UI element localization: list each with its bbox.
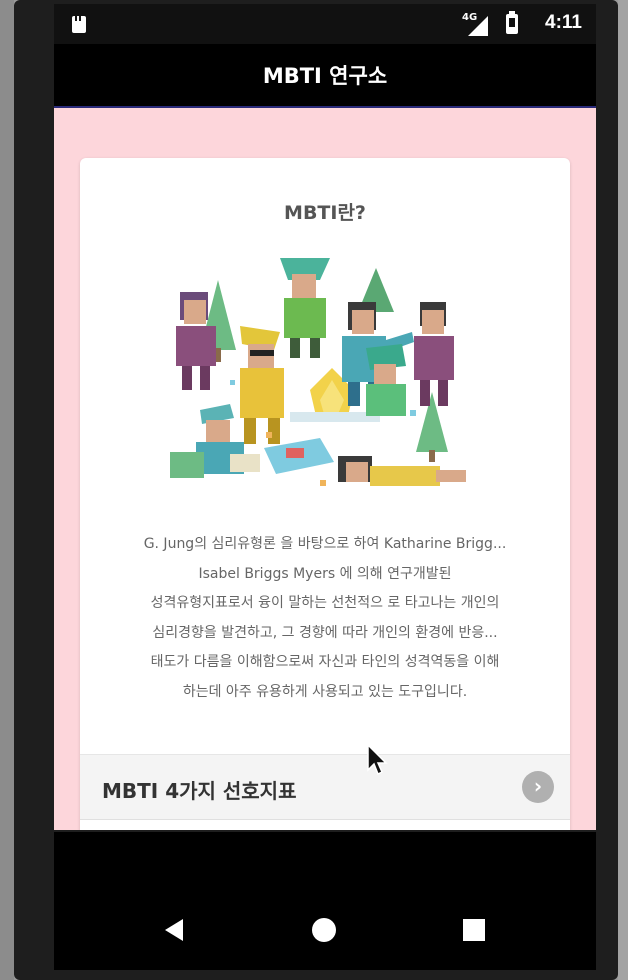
people-campfire-illustration xyxy=(170,258,466,486)
card-title: MBTI란? xyxy=(284,202,366,224)
app-title: MBTI 연구소 xyxy=(262,64,388,88)
signal-indicator: 4G xyxy=(462,12,490,36)
mbti-info-card: MBTI란? G. Jung의 심리유형론 을 바탕으로 하여 Katharin… xyxy=(80,158,570,830)
description-line: G. Jung의 심리유형론 을 바탕으로 하여 Katharine Brigg… xyxy=(143,536,507,552)
description-line: 태도가 다름을 이해함으로써 자신과 타인의 성격역동을 이해 xyxy=(150,654,500,670)
mbti-description: G. Jung의 심리유형론 을 바탕으로 하여 Katharine Brigg… xyxy=(100,530,550,707)
home-icon[interactable] xyxy=(312,918,336,942)
back-icon[interactable] xyxy=(165,919,183,941)
battery-icon xyxy=(506,11,518,34)
signal-icon xyxy=(468,16,488,36)
content-area[interactable]: MBTI란? G. Jung의 심리유형론 을 바탕으로 하여 Katharin… xyxy=(54,108,596,830)
background-left xyxy=(0,0,14,980)
navigation-bar xyxy=(54,832,596,970)
status-bar: 4G 4:11 xyxy=(54,4,596,44)
sd-card-icon xyxy=(72,16,86,33)
description-line: 하는데 아주 유용하게 사용되고 있는 도구입니다. xyxy=(182,683,468,700)
recents-icon[interactable] xyxy=(463,919,485,941)
status-time: 4:11 xyxy=(545,12,582,33)
chevron-right-icon[interactable]: › xyxy=(522,771,554,803)
description-line: Isabel Briggs Myers 에 의해 연구개발된 xyxy=(198,565,452,582)
preference-indicators-label: MBTI 4가지 선호지표 xyxy=(102,779,297,803)
app-bar: MBTI 연구소 xyxy=(54,44,596,106)
preference-indicators-row[interactable]: MBTI 4가지 선호지표 › xyxy=(80,754,570,820)
mouse-cursor-icon xyxy=(367,744,388,776)
description-line: 성격유형지표로서 융이 말하는 선천적으 로 타고나는 개인의 xyxy=(150,595,500,611)
description-line: 심리경향을 발견하고, 그 경향에 따라 개인의 환경에 반응... xyxy=(152,624,498,641)
background-right xyxy=(618,0,628,980)
